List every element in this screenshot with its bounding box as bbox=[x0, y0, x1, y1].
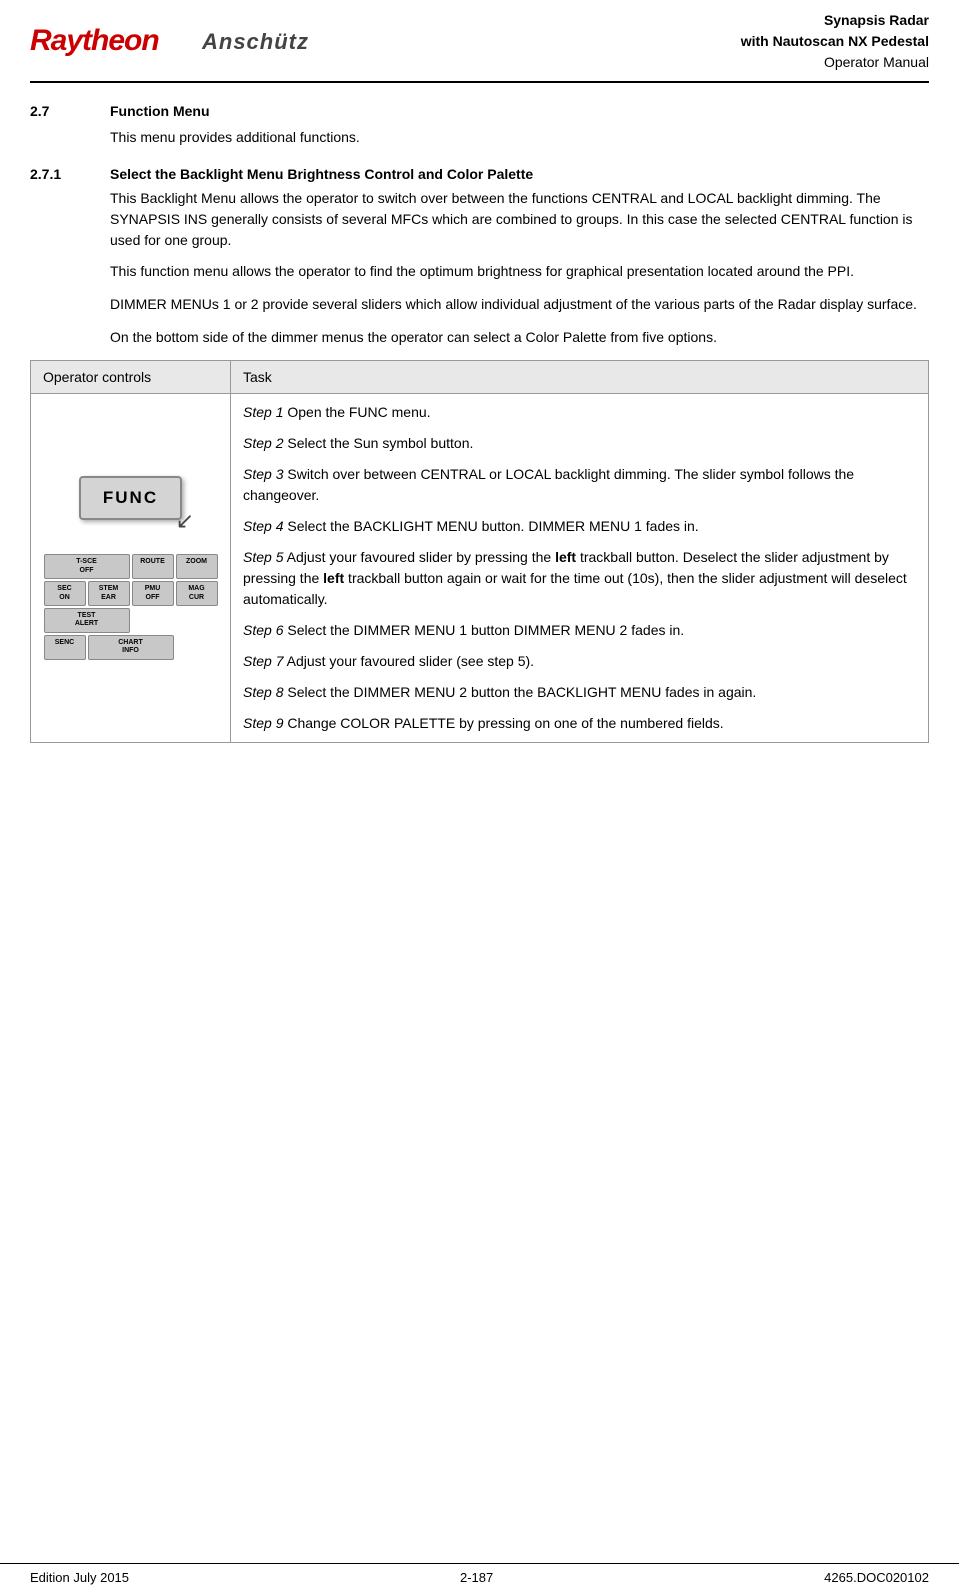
svg-text:Anschütz: Anschütz bbox=[202, 29, 309, 54]
cursor-icon: ↙ bbox=[176, 508, 194, 534]
step-5: Step 5 Adjust your favoured slider by pr… bbox=[243, 547, 916, 610]
panel-btn-zoom: ZOOM bbox=[176, 554, 218, 579]
header-title: Synapsis Radar with Nautoscan NX Pedesta… bbox=[741, 10, 929, 73]
operator-controls-table: Operator controls Task FUNC ↙ bbox=[30, 360, 929, 743]
section-2-7-header: 2.7 Function Menu bbox=[30, 103, 929, 119]
task-cell: Step 1 Open the FUNC menu. Step 2 Select… bbox=[231, 394, 929, 743]
footer-edition: Edition July 2015 bbox=[30, 1570, 129, 1585]
footer-page: 2-187 bbox=[460, 1570, 493, 1585]
section-2-7-1-para3: DIMMER MENUs 1 or 2 provide several slid… bbox=[30, 294, 929, 315]
section-2-7-1-para4: On the bottom side of the dimmer menus t… bbox=[30, 327, 929, 348]
step-4: Step 4 Select the BACKLIGHT MENU button.… bbox=[243, 516, 916, 537]
table-row: FUNC ↙ T-SCEOFF ROUTE ZOOM bbox=[31, 394, 929, 743]
panel-btn-route: ROUTE bbox=[132, 554, 174, 579]
table-header-controls: Operator controls bbox=[31, 361, 231, 394]
panel-btn-test: TESTALERT bbox=[44, 608, 130, 633]
panel-btn-senc: SENC bbox=[44, 635, 86, 660]
panel-btn-sec: SECON bbox=[44, 581, 86, 606]
step-7: Step 7 Adjust your favoured slider (see … bbox=[243, 651, 916, 672]
step-8: Step 8 Select the DIMMER MENU 2 button t… bbox=[243, 682, 916, 703]
page-header: Raytheon Anschütz Synapsis Radar with Na… bbox=[0, 0, 959, 73]
step-3: Step 3 Switch over between CENTRAL or LO… bbox=[243, 464, 916, 506]
logo-area: Raytheon Anschütz bbox=[30, 18, 322, 65]
footer-doc: 4265.DOC020102 bbox=[824, 1570, 929, 1585]
anschutz-logo: Anschütz bbox=[202, 19, 322, 65]
panel-btn-pmu: PMUOFF bbox=[132, 581, 174, 606]
main-content: 2.7 Function Menu This menu provides add… bbox=[0, 83, 959, 783]
panel-btn-mag: MAGCUR bbox=[176, 581, 218, 606]
raytheon-logo: Raytheon bbox=[30, 18, 190, 65]
control-panel: FUNC ↙ T-SCEOFF ROUTE ZOOM bbox=[43, 476, 218, 659]
step-9: Step 9 Change COLOR PALETTE by pressing … bbox=[243, 713, 916, 734]
panel-btn-stem: STEMEAR bbox=[88, 581, 130, 606]
page-footer: Edition July 2015 2-187 4265.DOC020102 bbox=[0, 1563, 959, 1591]
panel-buttons-grid: T-SCEOFF ROUTE ZOOM SECON STEMEAR PMUOFF… bbox=[44, 554, 218, 659]
operator-controls-cell: FUNC ↙ T-SCEOFF ROUTE ZOOM bbox=[31, 394, 231, 743]
svg-text:Raytheon: Raytheon bbox=[30, 24, 159, 57]
section-2-7-1-para2: This function menu allows the operator t… bbox=[30, 261, 929, 282]
panel-btn-chart: CHARTINFO bbox=[88, 635, 174, 660]
func-button: FUNC bbox=[79, 476, 182, 520]
step-2: Step 2 Select the Sun symbol button. bbox=[243, 433, 916, 454]
section-2-7-body: This menu provides additional functions. bbox=[30, 127, 929, 148]
step-6: Step 6 Select the DIMMER MENU 1 button D… bbox=[243, 620, 916, 641]
table-header-task: Task bbox=[231, 361, 929, 394]
panel-btn-tsce: T-SCEOFF bbox=[44, 554, 130, 579]
section-2-7-1-header: 2.7.1 Select the Backlight Menu Brightne… bbox=[30, 166, 929, 182]
section-2-7-1-para1: This Backlight Menu allows the operator … bbox=[30, 188, 929, 251]
step-1: Step 1 Open the FUNC menu. bbox=[243, 402, 916, 423]
